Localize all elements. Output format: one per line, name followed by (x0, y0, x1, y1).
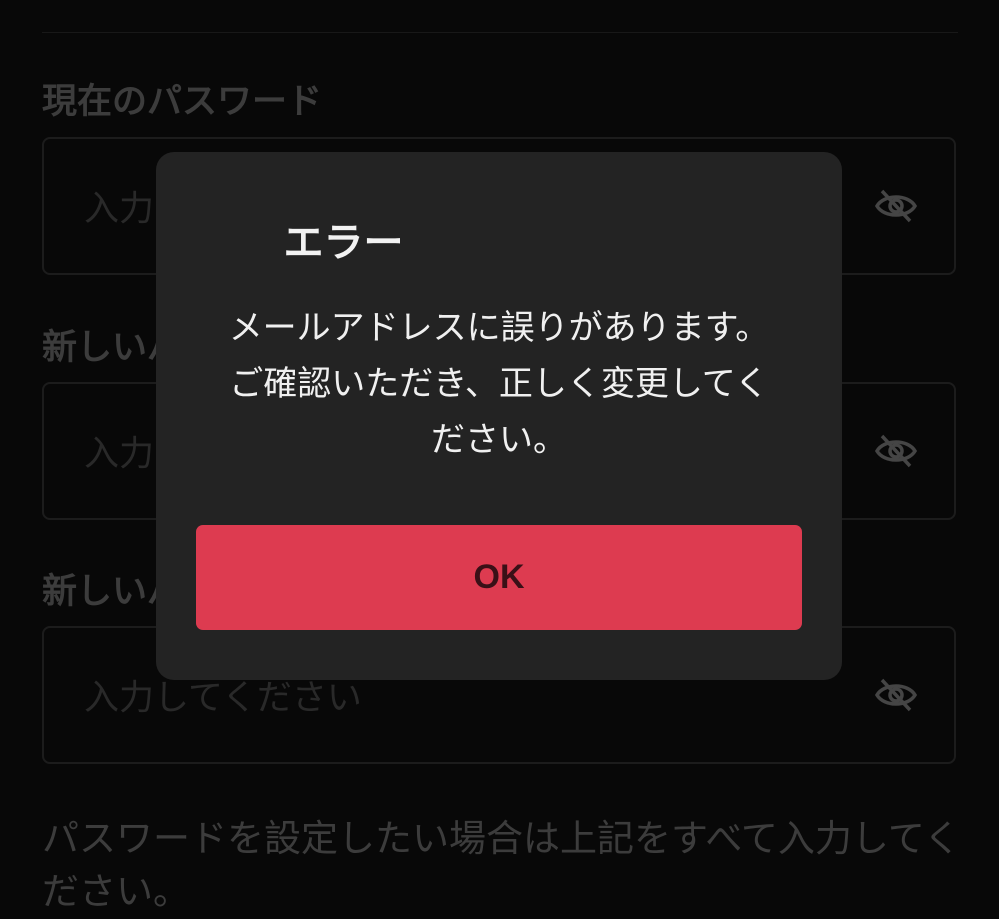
dialog-message: メールアドレスに誤りがあります。 ご確認いただき、正しく変更してく ださい。 (186, 300, 812, 468)
dialog-message-line: メールアドレスに誤りがあります。 (228, 308, 770, 348)
ok-button[interactable]: OK (196, 525, 802, 630)
dialog-message-line: ださい。 (431, 420, 567, 460)
dialog-title: エラー (283, 220, 404, 266)
dialog-message-line: ご確認いただき、正しく変更してく (229, 364, 769, 404)
password-settings-screen: 現在のパスワード 入力してください 新しいパスワード 入力してください 新しいパ… (0, 0, 999, 919)
